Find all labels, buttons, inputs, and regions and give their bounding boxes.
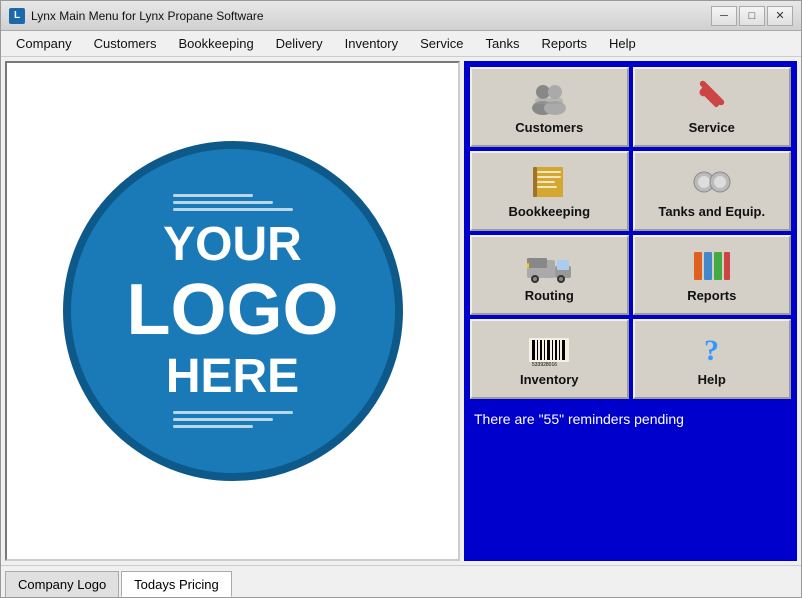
btn-routing[interactable]: Routing	[470, 235, 629, 315]
logo-lines-bottom	[173, 411, 293, 428]
window-controls: ─ □ ✕	[711, 6, 793, 26]
help-label: Help	[698, 372, 726, 387]
customers-icon	[525, 80, 573, 116]
tab-company-logo[interactable]: Company Logo	[5, 571, 119, 597]
inventory-label: Inventory	[520, 372, 579, 387]
button-grid: Customers Service	[470, 67, 791, 399]
menu-delivery[interactable]: Delivery	[265, 31, 334, 56]
main-window: L Lynx Main Menu for Lynx Propane Softwa…	[0, 0, 802, 598]
inventory-icon: 533928016	[525, 332, 573, 368]
bookkeeping-icon	[525, 164, 573, 200]
btn-service[interactable]: Service	[633, 67, 792, 147]
tanks-label: Tanks and Equip.	[658, 204, 765, 219]
menu-customers[interactable]: Customers	[83, 31, 168, 56]
menu-company[interactable]: Company	[5, 31, 83, 56]
logo-circle: YOUR LOGO HERE	[63, 141, 403, 481]
menu-service[interactable]: Service	[409, 31, 474, 56]
right-panel: Customers Service	[464, 61, 797, 561]
menu-bookkeeping[interactable]: Bookkeeping	[168, 31, 265, 56]
help-icon: ?	[688, 332, 736, 368]
svg-text:?: ?	[704, 334, 719, 367]
btn-inventory[interactable]: 533928016 Inventory	[470, 319, 629, 399]
bottom-tabs: Company Logo Todays Pricing	[1, 565, 801, 597]
service-label: Service	[689, 120, 735, 135]
menu-help[interactable]: Help	[598, 31, 647, 56]
app-icon: L	[9, 8, 25, 24]
btn-bookkeeping[interactable]: Bookkeeping	[470, 151, 629, 231]
customers-label: Customers	[515, 120, 583, 135]
routing-label: Routing	[525, 288, 574, 303]
menu-tanks[interactable]: Tanks	[474, 31, 530, 56]
reports-icon	[688, 248, 736, 284]
maximize-button[interactable]: □	[739, 6, 765, 26]
minimize-button[interactable]: ─	[711, 6, 737, 26]
tanks-icon	[688, 164, 736, 200]
status-message: There are "55" reminders pending	[470, 403, 791, 431]
window-title: Lynx Main Menu for Lynx Propane Software	[31, 9, 711, 23]
menu-reports[interactable]: Reports	[530, 31, 598, 56]
main-content: YOUR LOGO HERE	[1, 57, 801, 565]
logo-panel: YOUR LOGO HERE	[5, 61, 460, 561]
btn-customers[interactable]: Customers	[470, 67, 629, 147]
bookkeeping-label: Bookkeeping	[508, 204, 590, 219]
btn-reports[interactable]: Reports	[633, 235, 792, 315]
tab-todays-pricing[interactable]: Todays Pricing	[121, 571, 232, 597]
logo-lines-top	[173, 194, 293, 211]
title-bar: L Lynx Main Menu for Lynx Propane Softwa…	[1, 1, 801, 31]
close-button[interactable]: ✕	[767, 6, 793, 26]
reports-label: Reports	[687, 288, 736, 303]
menu-inventory[interactable]: Inventory	[334, 31, 409, 56]
menu-bar: CompanyCustomersBookkeepingDeliveryInven…	[1, 31, 801, 57]
btn-help[interactable]: ? Help	[633, 319, 792, 399]
routing-icon	[525, 248, 573, 284]
svg-text:533928016: 533928016	[532, 362, 557, 368]
btn-tanks[interactable]: Tanks and Equip.	[633, 151, 792, 231]
service-icon	[688, 80, 736, 116]
logo-text: YOUR LOGO HERE	[127, 219, 339, 404]
